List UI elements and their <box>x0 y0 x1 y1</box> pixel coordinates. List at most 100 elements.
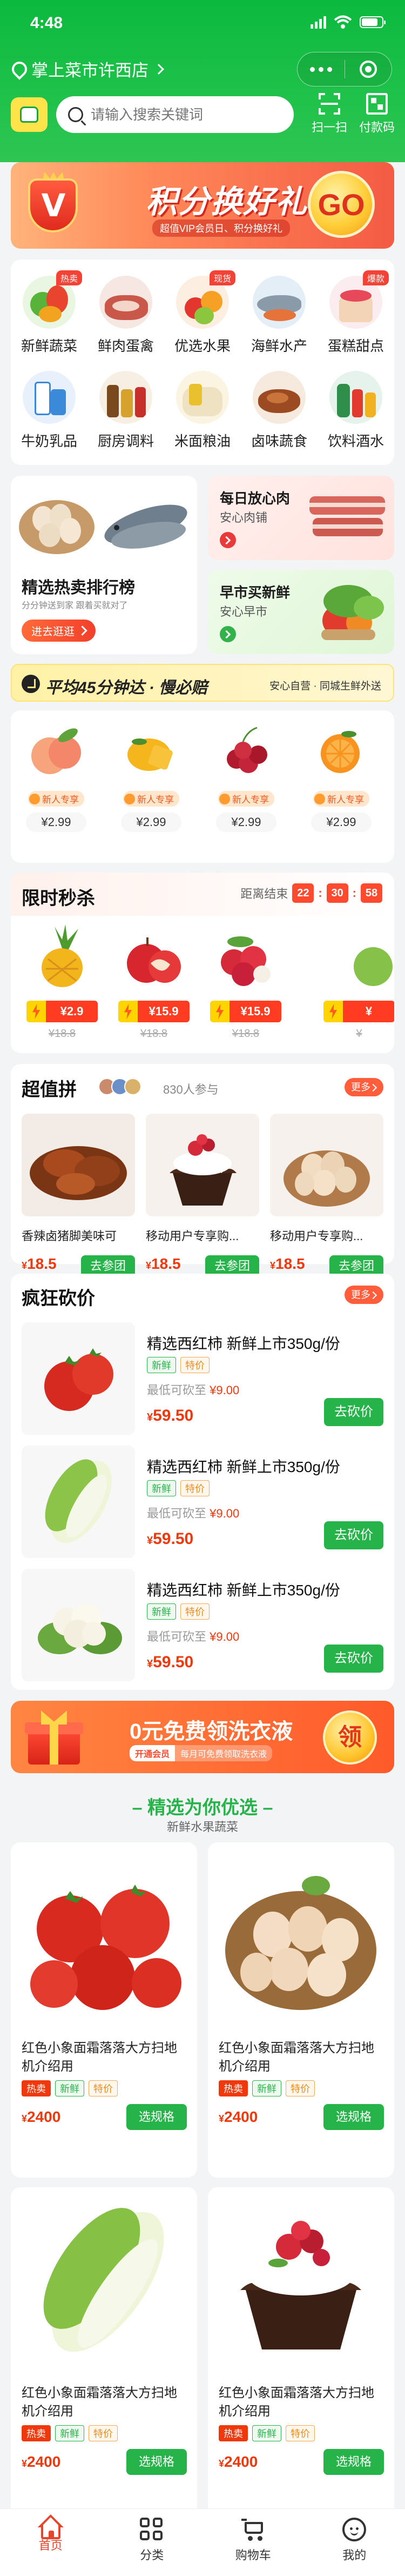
fruit-item[interactable]: 新人专享 ¥2.99 <box>208 710 284 832</box>
product-card[interactable]: 红色小象面霜落落大方扫地机介绍用 热卖 新鲜 特价 ¥2400 选规格 <box>208 2187 394 2522</box>
bargain-button[interactable]: 去砍价 <box>324 1645 383 1673</box>
product-card[interactable]: 红色小象面霜落落大方扫地机介绍用 热卖 新鲜 特价 ¥2400 选规格 <box>208 1842 394 2178</box>
flash-item[interactable]: ¥2.9 ¥18.8 <box>22 921 103 1040</box>
category-label: 牛奶乳品 <box>21 433 77 449</box>
group-item-price: ¥18.5 <box>146 1255 181 1272</box>
bargain-item[interactable]: 精选西红柿 新鲜上市350g/份 新鲜 特价 最低可砍至 ¥9.00 ¥59.50… <box>22 1446 383 1558</box>
group-item[interactable]: 香辣卤猪脚美味可 ¥18.5 去参团 <box>22 1114 135 1277</box>
more-dots-icon[interactable] <box>298 66 345 72</box>
product-name: 红色小象面霜落落大方扫地机介绍用 <box>219 2041 374 2074</box>
scan-label: 扫一扫 <box>311 121 347 134</box>
product-name: 红色小象面霜落落大方扫地机介绍用 <box>22 2041 177 2074</box>
pay-code-button[interactable]: 付款码 <box>354 93 400 135</box>
group-item[interactable]: 移动用户专享购... ¥18.5 去参团 <box>146 1114 259 1277</box>
delivery-note: 安心自营 · 同城生鲜外送 <box>269 681 381 692</box>
tab-profile[interactable]: 我的 <box>304 2509 405 2576</box>
product-card[interactable]: 红色小象面霜落落大方扫地机介绍用 热卖 新鲜 特价 ¥2400 选规格 <box>11 1842 197 2178</box>
tab-category[interactable]: 分类 <box>102 2509 203 2576</box>
category-cakes[interactable]: 爆款 蛋糕甜点 <box>318 270 394 355</box>
lightning-icon <box>323 1001 343 1022</box>
tab-cart[interactable]: 购物车 <box>202 2509 304 2576</box>
group-item[interactable]: 移动用户专享购... ¥18.5 去参团 <box>270 1114 383 1277</box>
category-dairy[interactable]: 牛奶乳品 <box>11 371 87 450</box>
bottom-tab-bar: 首页 分类 购物车 我的 <box>0 2508 405 2576</box>
flash-item[interactable]: ¥15.9 ¥18.8 <box>113 921 194 1040</box>
product-name: 红色小象面霜落落大方扫地机介绍用 <box>219 2386 374 2419</box>
delivery-title: 平均45分钟达 · 慢必赔 <box>45 679 208 697</box>
chocolate-cupcake-image <box>146 1114 259 1216</box>
bargain-more-button[interactable]: 更多 <box>345 1286 383 1304</box>
newcomer-tag: 新人专享 <box>218 791 274 807</box>
product-chips: 热卖 新鲜 特价 <box>219 2080 315 2096</box>
group-more-button[interactable]: 更多 <box>345 1078 383 1096</box>
points-banner[interactable]: V 积分换好礼 超值VIP会员日、积分换好礼 GO <box>11 162 394 249</box>
product-card[interactable]: 红色小象面霜落落大方扫地机介绍用 热卖 新鲜 特价 ¥2400 选规格 <box>11 2187 197 2522</box>
choose-spec-button[interactable]: 选规格 <box>126 2104 187 2130</box>
fruit-price: ¥2.99 <box>26 812 86 832</box>
category-braised[interactable]: 卤味蔬食 <box>241 371 318 450</box>
category-vegetables[interactable]: 热卖 新鲜蔬菜 <box>11 270 87 355</box>
group-item-name: 移动用户专享购... <box>270 1229 363 1243</box>
search-box[interactable] <box>56 96 294 133</box>
grid-icon <box>140 2518 164 2541</box>
morning-market-card[interactable]: 早市买新鲜 安心早市 <box>208 570 394 654</box>
flash-item[interactable]: ¥ ¥ <box>319 921 394 1040</box>
chevron-right-icon <box>153 63 164 75</box>
bargain-item[interactable]: 精选西红柿 新鲜上市350g/份 新鲜 特价 最低可砍至 ¥9.00 ¥59.50… <box>22 1569 383 1681</box>
cart-icon <box>241 2518 265 2541</box>
fruit-item[interactable]: 新人专享 ¥2.99 <box>303 710 379 832</box>
vip-badge-icon: V <box>24 172 83 237</box>
lightning-icon <box>210 1001 230 1022</box>
fruit-item[interactable]: 新人专享 ¥2.99 <box>113 710 189 832</box>
flash-price: ¥15.9 <box>210 1001 281 1022</box>
store-selector[interactable]: 掌上菜市许西店 <box>11 57 164 81</box>
choose-spec-button[interactable]: 选规格 <box>323 2104 384 2130</box>
scan-button[interactable]: 扫一扫 <box>307 93 352 135</box>
lowest-price: 最低可砍至 ¥9.00 <box>147 1507 240 1520</box>
choose-spec-button[interactable]: 选规格 <box>323 2449 384 2475</box>
tab-home[interactable]: 首页 <box>0 2509 102 2576</box>
product-price: ¥2400 <box>22 2108 61 2125</box>
claim-button[interactable]: 领 <box>323 1710 377 1765</box>
status-icons <box>310 15 386 29</box>
category-grain-oil[interactable]: 米面粮油 <box>164 371 241 450</box>
category-tag: 热卖 <box>56 270 83 285</box>
category-label: 卤味蔬食 <box>251 433 307 449</box>
bargain-button[interactable]: 去砍价 <box>324 1398 383 1426</box>
go-browse-button[interactable]: 进去逛逛 <box>22 620 96 642</box>
choose-spec-button[interactable]: 选规格 <box>126 2449 187 2475</box>
category-tag: 爆款 <box>363 270 389 285</box>
apple-image <box>127 937 181 983</box>
peach-image <box>31 728 81 774</box>
go-browse-label: 进去逛逛 <box>31 626 75 638</box>
bargain-button[interactable]: 去砍价 <box>324 1521 383 1549</box>
bargain-price: ¥59.50 <box>147 1653 194 1671</box>
close-circle-icon[interactable] <box>345 61 392 78</box>
category-label: 饮料酒水 <box>327 433 384 449</box>
category-drinks[interactable]: 饮料酒水 <box>318 371 394 450</box>
fruit-item[interactable]: 新人专享 ¥2.99 <box>18 710 94 832</box>
braised-pork-image <box>22 1114 135 1216</box>
daily-meat-card[interactable]: 每日放心肉 安心肉铺 <box>208 476 394 560</box>
bargain-price: ¥59.50 <box>147 1530 194 1548</box>
hot-rank-card[interactable]: 精选热卖排行榜 分分钟送到家 跟着买就对了 进去逛逛 <box>11 476 197 654</box>
product-chips: 热卖 新鲜 特价 <box>219 2425 315 2441</box>
search-row: 扫一扫 付款码 <box>11 93 395 135</box>
qr-code-icon <box>366 93 388 115</box>
flash-item[interactable]: ¥15.9 ¥18.8 <box>205 921 286 1040</box>
group-buy-section: 超值拼 830人参与 更多 香辣卤猪脚美味可 ¥18.5 去参团 移动用户专享购… <box>11 1064 394 1277</box>
category-label: 优选水果 <box>174 338 231 354</box>
search-input[interactable] <box>91 106 285 123</box>
category-seafood[interactable]: 海鲜水产 <box>241 276 318 355</box>
banner-go-button[interactable]: GO <box>308 171 375 238</box>
category-meat-eggs[interactable]: 鲜肉蛋禽 <box>87 276 164 355</box>
original-price: ¥ <box>356 1028 362 1040</box>
category-fruits[interactable]: 现货 优选水果 <box>164 270 241 355</box>
category-seasoning[interactable]: 厨房调料 <box>87 371 164 450</box>
mango-image <box>127 738 173 771</box>
delivery-promise-bar[interactable]: 平均45分钟达 · 慢必赔 安心自营 · 同城生鲜外送 <box>11 664 394 702</box>
bargain-item[interactable]: 精选西红柿 新鲜上市350g/份 新鲜 特价 最低可砍至 ¥9.00 ¥59.50… <box>22 1322 383 1435</box>
free-detergent-banner[interactable]: 0元免费领洗衣液 开通会员 每月可免费领取洗衣液 领 <box>11 1701 394 1773</box>
cabbage-image <box>11 2187 197 2374</box>
original-price: ¥18.8 <box>48 1028 76 1040</box>
